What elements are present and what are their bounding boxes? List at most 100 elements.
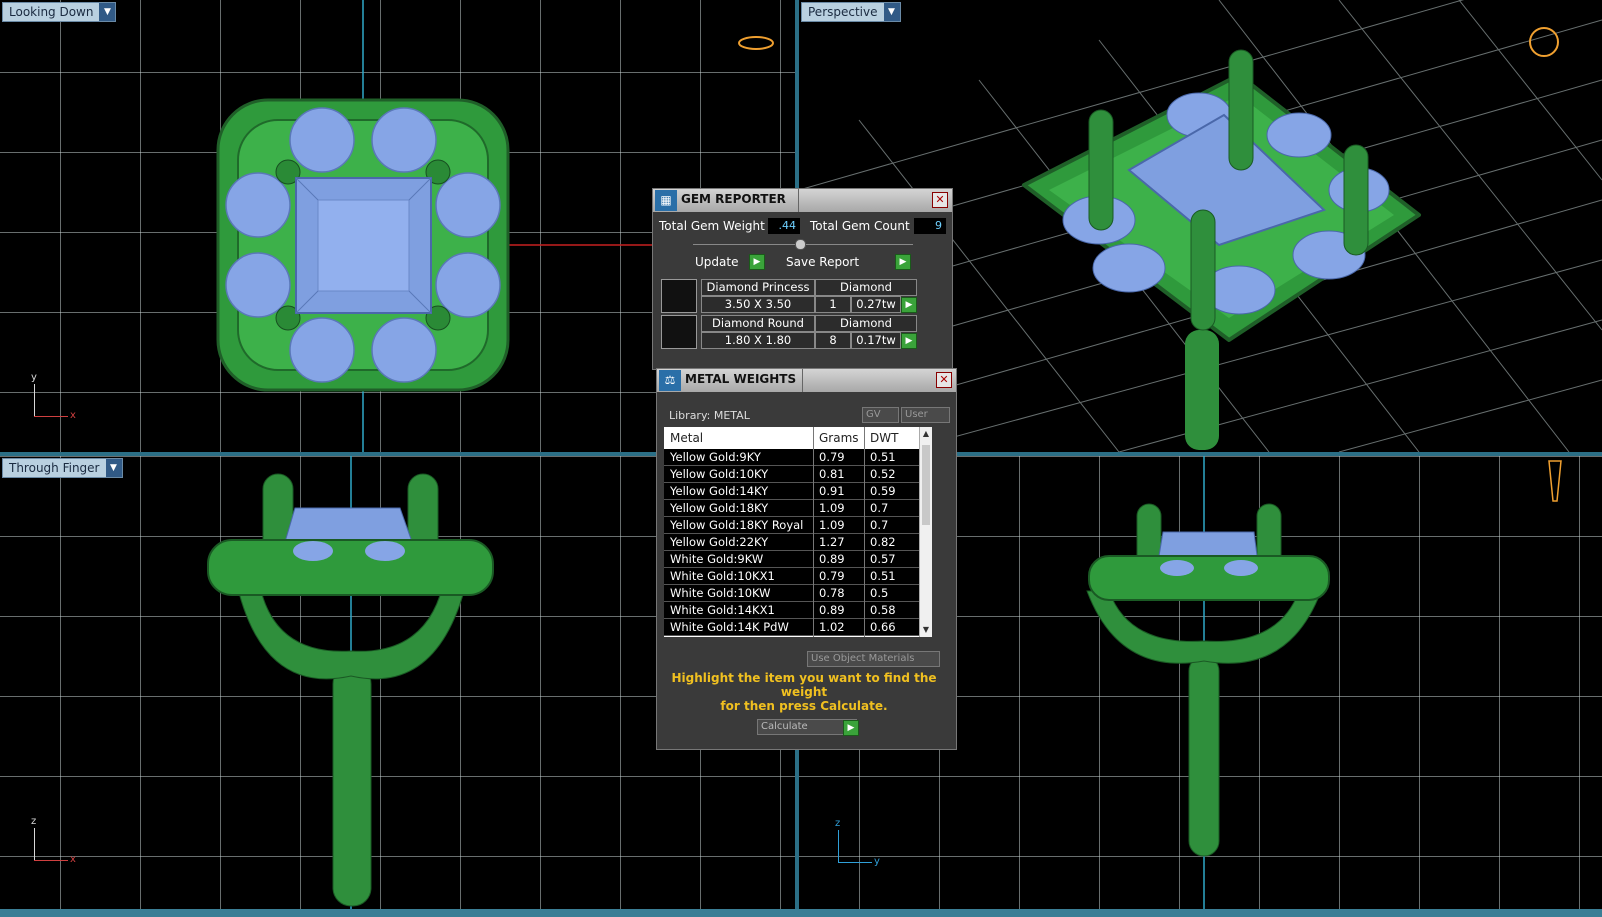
save-report-button[interactable]: Save Report [786, 254, 859, 270]
update-go-icon[interactable]: ▶ [749, 254, 765, 270]
grams-value: 1.09 [819, 518, 845, 532]
panel-title: METAL WEIGHTS [685, 372, 797, 386]
gem-reporter-titlebar[interactable]: ▦ GEM REPORTER ✕ [653, 189, 952, 212]
table-row[interactable]: Yellow Gold:10KY 0.81 0.52 [664, 466, 920, 483]
axis-x-label: x [70, 410, 76, 421]
axis-x-label: x [70, 854, 76, 865]
gem-go-icon[interactable]: ▶ [901, 333, 917, 349]
view-selector-through-finger[interactable]: Through Finger ▼ [2, 458, 123, 478]
grams-value: 1.27 [819, 535, 845, 549]
scale-icon: ⚖ [659, 370, 681, 391]
use-object-materials-toggle[interactable]: Use Object Materials [807, 651, 940, 667]
use-object-materials-label: Use Object Materials [811, 653, 915, 664]
metal-name: White Gold:10KW [670, 586, 771, 600]
slider-knob[interactable] [795, 239, 806, 250]
table-row[interactable]: White Gold:10KW 0.78 0.5 [664, 585, 920, 602]
axis-y-label: y [31, 372, 37, 383]
total-gem-weight-label: Total Gem Weight [659, 219, 765, 233]
view-selector-looking-down[interactable]: Looking Down ▼ [2, 2, 117, 22]
gem-count: 8 [815, 332, 851, 349]
view-label: Perspective [808, 5, 878, 19]
gem-material: Diamond [815, 279, 917, 296]
calculate-label: Calculate [761, 721, 808, 732]
gem-weight: 0.27tw [851, 296, 901, 313]
metal-name: White Gold:14KX1 [670, 603, 775, 617]
dwt-value: 0.52 [870, 467, 896, 481]
axis-gizmo: y x [30, 372, 90, 422]
table-header: Metal Grams DWT [664, 427, 920, 449]
axis-y-label: y [874, 856, 880, 867]
gem-name: Diamond Round [701, 315, 815, 332]
gem-reporter-panel: ▦ GEM REPORTER ✕ Total Gem Weight .44 To… [652, 188, 953, 370]
update-label: Update [695, 255, 739, 269]
table-row[interactable]: Yellow Gold:9KY 0.79 0.51 [664, 449, 920, 466]
axis-z-label: z [835, 818, 841, 829]
dropdown-arrow-icon[interactable]: ▼ [883, 3, 900, 21]
column-header-metal: Metal [670, 431, 704, 445]
dwt-value: 0.7 [870, 518, 889, 532]
gv-toggle[interactable]: GV [862, 407, 899, 423]
view-label: Looking Down [9, 5, 94, 19]
gv-label: GV [866, 409, 881, 420]
gem-go-icon[interactable]: ▶ [901, 297, 917, 313]
user-toggle[interactable]: User [901, 407, 950, 423]
grams-value: 0.78 [819, 586, 845, 600]
view-label: Through Finger [9, 461, 100, 475]
dwt-value: 0.57 [870, 552, 896, 566]
gem-row[interactable]: Diamond Round Diamond 1.80 X 1.80 8 0.17… [661, 315, 917, 349]
gem-reporter-icon: ▦ [655, 190, 677, 211]
metal-name: Yellow Gold:22KY [670, 535, 769, 549]
dropdown-arrow-icon[interactable]: ▼ [105, 459, 122, 477]
scroll-up-icon[interactable]: ▲ [920, 427, 932, 441]
axis-gizmo: z y [834, 818, 894, 868]
round-gem-icon [661, 315, 697, 349]
dropdown-arrow-icon[interactable]: ▼ [99, 3, 116, 21]
table-row[interactable]: White Gold:10KX1 0.79 0.51 [664, 568, 920, 585]
metal-table[interactable]: Metal Grams DWT Yellow Gold:9KY 0.79 0.51 Y… [664, 427, 932, 637]
total-gem-count-value: 9 [914, 218, 946, 234]
dwt-value: 0.59 [870, 484, 896, 498]
table-row[interactable]: Yellow Gold:14KY 0.91 0.59 [664, 483, 920, 500]
table-row[interactable]: White Gold:9KW 0.89 0.57 [664, 551, 920, 568]
princess-gem-icon [661, 279, 697, 313]
bottom-bar [0, 909, 1602, 917]
total-gem-count-label: Total Gem Count [810, 219, 910, 233]
grams-value: 0.81 [819, 467, 845, 481]
table-row[interactable]: White Gold:14K PdW 1.02 0.66 [664, 619, 920, 636]
dwt-value: 0.82 [870, 535, 896, 549]
table-row[interactable]: Yellow Gold:18KY 1.09 0.7 [664, 500, 920, 517]
instruction-text: Highlight the item you want to find the … [671, 671, 937, 713]
scroll-down-icon[interactable]: ▼ [920, 623, 932, 637]
gem-row[interactable]: Diamond Princess Diamond 3.50 X 3.50 1 0… [661, 279, 917, 313]
grams-value: 0.79 [819, 450, 845, 464]
table-scrollbar[interactable]: ▲ ▼ [919, 427, 932, 637]
axis-gizmo: z x [30, 816, 90, 866]
metal-name: White Gold:10KX1 [670, 569, 775, 583]
calculate-button[interactable]: Calculate [757, 719, 857, 735]
column-header-dwt: DWT [870, 431, 899, 445]
metal-name: White Gold:14K PdW [670, 620, 789, 634]
metal-weights-titlebar[interactable]: ⚖ METAL WEIGHTS ✕ [657, 369, 956, 392]
dwt-value: 0.58 [870, 603, 896, 617]
gem-count: 1 [815, 296, 851, 313]
dwt-value: 0.7 [870, 501, 889, 515]
gem-material: Diamond [815, 315, 917, 332]
grams-value: 0.89 [819, 552, 845, 566]
gem-name: Diamond Princess [701, 279, 815, 296]
close-icon[interactable]: ✕ [932, 192, 948, 208]
scroll-thumb[interactable] [922, 445, 930, 525]
panel-title: GEM REPORTER [681, 192, 786, 206]
update-button[interactable]: Update [695, 254, 738, 270]
gem-size: 1.80 X 1.80 [701, 332, 815, 349]
calculate-go-icon[interactable]: ▶ [843, 720, 859, 736]
table-row[interactable]: Yellow Gold:22KY 1.27 0.82 [664, 534, 920, 551]
table-row[interactable]: Yellow Gold:18KY Royal 1.09 0.7 [664, 517, 920, 534]
metal-name: Yellow Gold:18KY [670, 501, 769, 515]
save-report-label: Save Report [786, 255, 860, 269]
grams-value: 0.89 [819, 603, 845, 617]
view-selector-perspective[interactable]: Perspective ▼ [801, 2, 901, 22]
save-report-go-icon[interactable]: ▶ [895, 254, 911, 270]
close-icon[interactable]: ✕ [936, 372, 952, 388]
metal-name: Yellow Gold:18KY Royal [670, 518, 804, 532]
table-row[interactable]: White Gold:14KX1 0.89 0.58 [664, 602, 920, 619]
